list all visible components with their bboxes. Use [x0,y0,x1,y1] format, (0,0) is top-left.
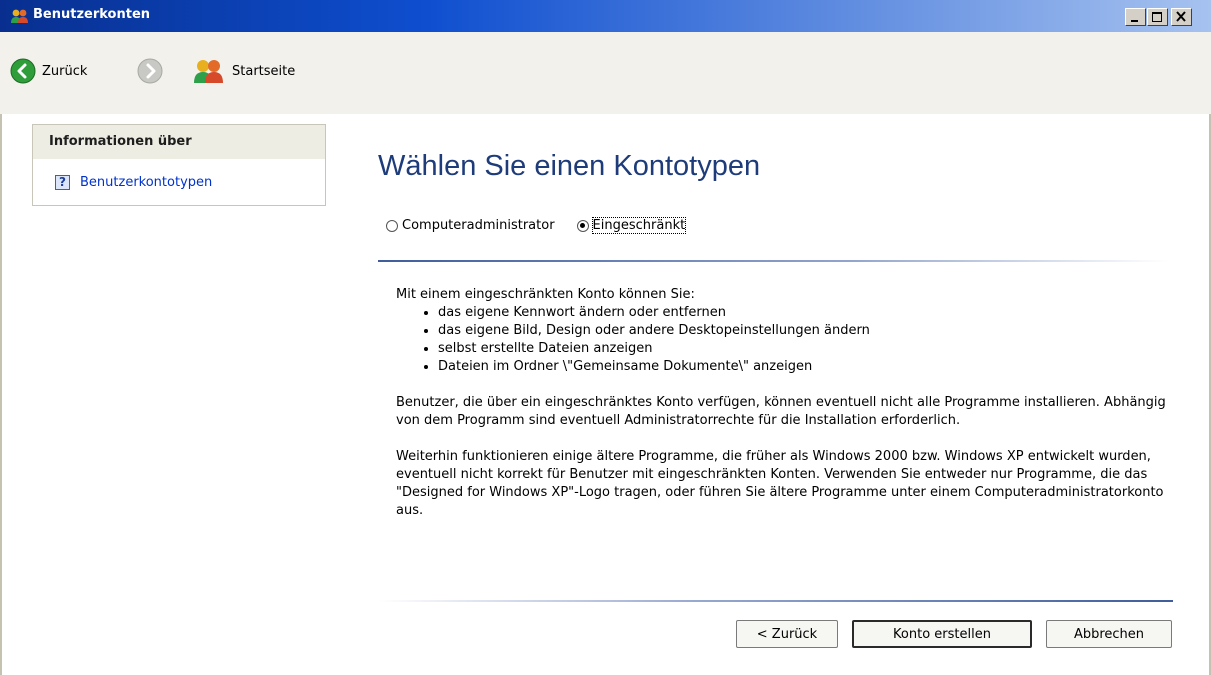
list-item: das eigene Kennwort ändern oder entferne… [438,304,1166,322]
window-title: Benutzerkonten [33,7,151,22]
back-button[interactable]: Zurück [10,58,88,84]
list-item: selbst erstellte Dateien anzeigen [438,340,1166,358]
back-wizard-button[interactable]: < Zurück [736,620,838,648]
back-label: Zurück [42,63,88,79]
user-accounts-home-icon [194,60,223,83]
account-type-radio-group: Computeradministrator Eingeschränkt [386,217,707,234]
home-button[interactable]: Startseite [192,59,295,83]
radio-checked-icon [576,219,589,232]
description: Mit einem eingeschränkten Konto können S… [396,286,1166,520]
list-item: Dateien im Ordner \"Gemeinsame Dokumente… [438,358,1166,376]
list-item: das eigene Bild, Design oder andere Desk… [438,322,1166,340]
create-account-button[interactable]: Konto erstellen [852,620,1032,648]
compatibility-note: Weiterhin funktionieren einige ältere Pr… [396,449,1164,518]
intro-text: Mit einem eingeschränkten Konto können S… [396,287,695,302]
maximize-icon [1152,12,1162,22]
close-icon [1176,11,1186,22]
maximize-button[interactable] [1147,8,1168,26]
title-bar[interactable]: Benutzerkonten [0,0,1211,32]
back-arrow-icon [10,58,36,84]
close-button[interactable] [1171,8,1192,26]
home-label: Startseite [232,63,296,79]
user-accounts-icon [11,9,28,23]
radio-admin-label: Computeradministrator [402,218,555,233]
help-icon: ? [55,175,70,190]
radio-limited[interactable]: Eingeschränkt [576,217,687,234]
toolbar [0,32,1211,114]
account-types-link[interactable]: ? Benutzerkontotypen [55,175,212,190]
forward-arrow-icon [137,58,163,84]
radio-computer-administrator[interactable]: Computeradministrator [386,218,555,233]
page-title: Wählen Sie einen Kontotypen [378,150,761,182]
info-panel: Informationen über ? Benutzerkontotypen [32,124,326,206]
info-panel-header: Informationen über [33,125,325,159]
cancel-button[interactable]: Abbrechen [1046,620,1172,648]
minimize-button[interactable] [1125,8,1146,26]
info-panel-heading: Informationen über [49,134,192,149]
forward-button[interactable] [137,58,163,84]
radio-limited-label: Eingeschränkt [591,217,687,234]
divider-bottom [378,600,1173,602]
capability-list: das eigene Kennwort ändern oder entferne… [396,304,1166,376]
radio-unchecked-icon [386,219,398,232]
minimize-icon [1131,20,1138,22]
divider-top [378,260,1168,262]
account-types-link-label: Benutzerkontotypen [80,175,213,190]
install-note: Benutzer, die über ein eingeschränktes K… [396,395,1166,428]
